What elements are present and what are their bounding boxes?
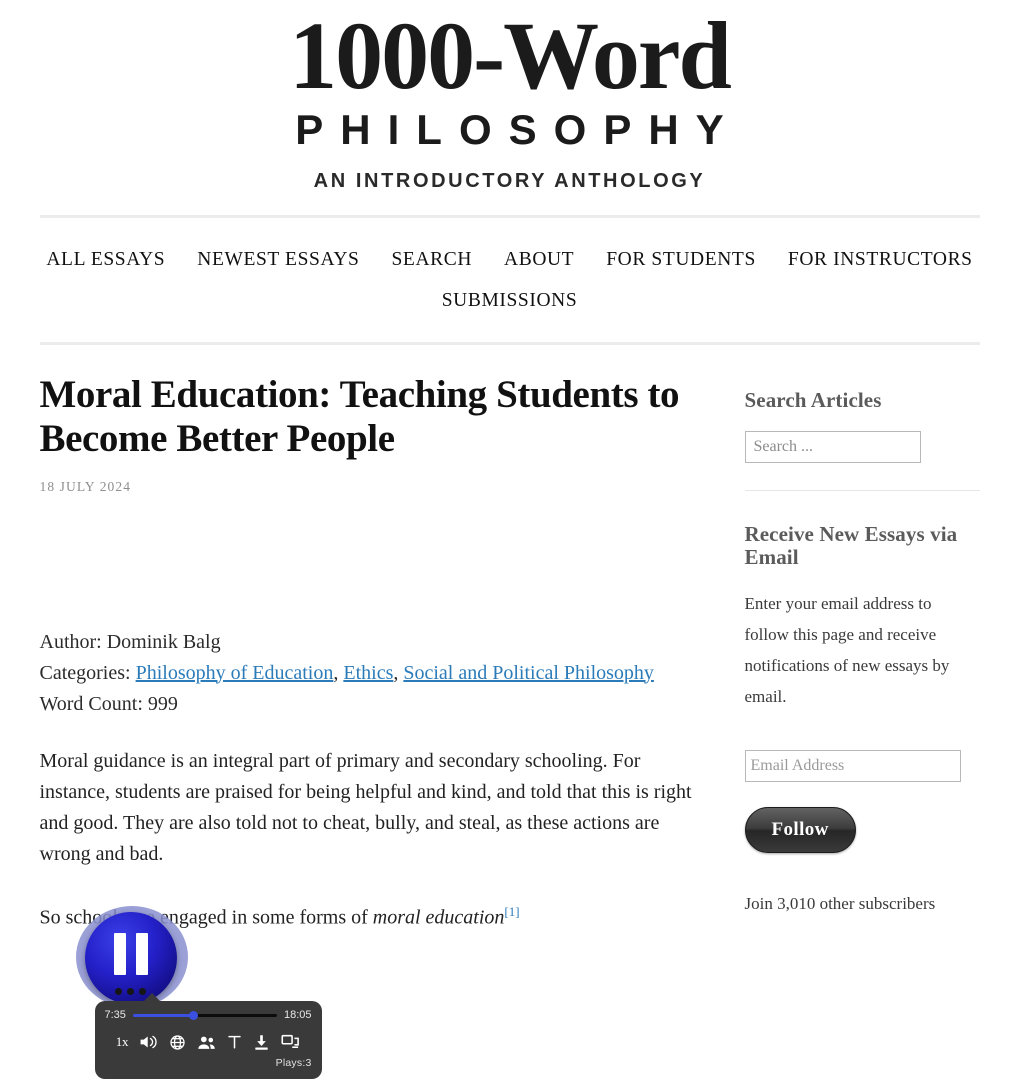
subscriber-count: Join 3,010 other subscribers bbox=[744, 893, 936, 913]
meta-word-count-line: Word Count: 999 bbox=[40, 689, 700, 720]
site-header: 1000-Word PHILOSOPHY AN INTRODUCTORY ANT… bbox=[0, 0, 1019, 346]
audio-player-panel: 7:35 18:05 1x Plays:3 bbox=[94, 993, 322, 1079]
follow-button[interactable]: Follow bbox=[744, 806, 856, 853]
search-input[interactable] bbox=[744, 430, 921, 463]
pause-icon bbox=[113, 933, 148, 976]
audio-play-count: Plays:3 bbox=[275, 1057, 312, 1070]
pause-button[interactable] bbox=[84, 912, 177, 1005]
widget-title-subscribe: Receive New Essays via Email bbox=[744, 521, 958, 570]
nav-item-all-essays[interactable]: ALL ESSAYS bbox=[46, 240, 165, 280]
nav-item-about[interactable]: ABOUT bbox=[504, 240, 574, 280]
sidebar-divider bbox=[744, 489, 980, 491]
audio-controls-row: 1x bbox=[105, 1031, 312, 1053]
subscribe-blurb: Enter your email address to follow this … bbox=[744, 593, 950, 706]
audio-seek-knob[interactable] bbox=[189, 1010, 199, 1020]
download-icon[interactable] bbox=[253, 1034, 270, 1051]
text-transcript-icon[interactable] bbox=[227, 1034, 242, 1050]
footnote-reference-1[interactable]: [1] bbox=[504, 904, 519, 919]
body-paragraph-2-emphasis: moral education bbox=[372, 906, 505, 929]
nav-item-submissions[interactable]: SUBMISSIONS bbox=[442, 281, 578, 321]
player-handle-dots-icon[interactable] bbox=[85, 988, 177, 996]
page-title: Moral Education: Teaching Students to Be… bbox=[39, 373, 680, 460]
entry-meta: Author: Dominik Balg Categories: Philoso… bbox=[40, 627, 700, 720]
nav-row-primary: ALL ESSAYS NEWEST ESSAYS SEARCH ABOUT FO… bbox=[0, 240, 1019, 281]
nav-item-search[interactable]: SEARCH bbox=[391, 240, 472, 280]
widget-search-articles: Search Articles bbox=[744, 388, 980, 463]
meta-word-count-value: 999 bbox=[147, 692, 178, 715]
category-link-social-and-political-philosophy[interactable]: Social and Political Philosophy bbox=[403, 662, 654, 684]
entry-date: 18 JULY 2024 bbox=[39, 478, 132, 494]
meta-author-name: Dominik Balg bbox=[106, 630, 221, 653]
entry-content: Moral guidance is an integral part of pr… bbox=[40, 746, 700, 934]
audio-current-time: 7:35 bbox=[104, 1009, 126, 1022]
sidebar: Search Articles Receive New Essays via E… bbox=[744, 373, 980, 934]
volume-icon[interactable] bbox=[139, 1034, 158, 1050]
embed-icon[interactable] bbox=[281, 1034, 300, 1050]
audio-seek-row: 7:35 18:05 bbox=[105, 1009, 312, 1021]
site-logo[interactable]: 1000-Word PHILOSOPHY AN INTRODUCTORY ANT… bbox=[0, 2, 1019, 193]
widget-title-search: Search Articles bbox=[744, 388, 882, 413]
primary-navigation: ALL ESSAYS NEWEST ESSAYS SEARCH ABOUT FO… bbox=[0, 218, 1019, 342]
body-paragraph-1: Moral guidance is an integral part of pr… bbox=[39, 749, 692, 865]
meta-categories-label: Categories: bbox=[39, 661, 131, 684]
audio-seek-fill bbox=[132, 1013, 194, 1017]
category-separator-2: , bbox=[393, 661, 399, 684]
meta-word-count-label: Word Count: bbox=[39, 692, 143, 715]
playback-speed-button[interactable]: 1x bbox=[116, 1034, 129, 1050]
main-content: Moral Education: Teaching Students to Be… bbox=[39, 373, 700, 1079]
audio-seek-bar[interactable] bbox=[132, 1010, 277, 1020]
category-separator-1: , bbox=[333, 661, 339, 684]
nav-item-for-instructors[interactable]: FOR INSTRUCTORS bbox=[788, 240, 973, 280]
meta-categories-line: Categories: Philosophy of Education, Eth… bbox=[40, 658, 700, 689]
email-field[interactable] bbox=[744, 749, 961, 782]
category-link-philosophy-of-education[interactable]: Philosophy of Education bbox=[136, 662, 334, 684]
audio-total-time: 18:05 bbox=[283, 1009, 312, 1022]
globe-icon[interactable] bbox=[169, 1034, 186, 1051]
nav-row-secondary: SUBMISSIONS bbox=[0, 281, 1019, 322]
meta-author-label: Author: bbox=[39, 630, 102, 653]
widget-subscribe-email: Receive New Essays via Email Enter your … bbox=[744, 521, 980, 917]
logo-title-line2: PHILOSOPHY bbox=[295, 106, 741, 154]
nav-item-newest-essays[interactable]: NEWEST ESSAYS bbox=[197, 240, 359, 280]
page-body: Moral Education: Teaching Students to Be… bbox=[39, 345, 980, 1079]
meta-author-line: Author: Dominik Balg bbox=[40, 627, 700, 658]
voices-icon[interactable] bbox=[197, 1035, 216, 1050]
logo-tagline: AN INTRODUCTORY ANTHOLOGY bbox=[313, 170, 706, 193]
logo-title-line1: 1000-Word bbox=[289, 2, 732, 109]
nav-item-for-students[interactable]: FOR STUDENTS bbox=[606, 240, 756, 280]
category-link-ethics[interactable]: Ethics bbox=[343, 662, 393, 684]
